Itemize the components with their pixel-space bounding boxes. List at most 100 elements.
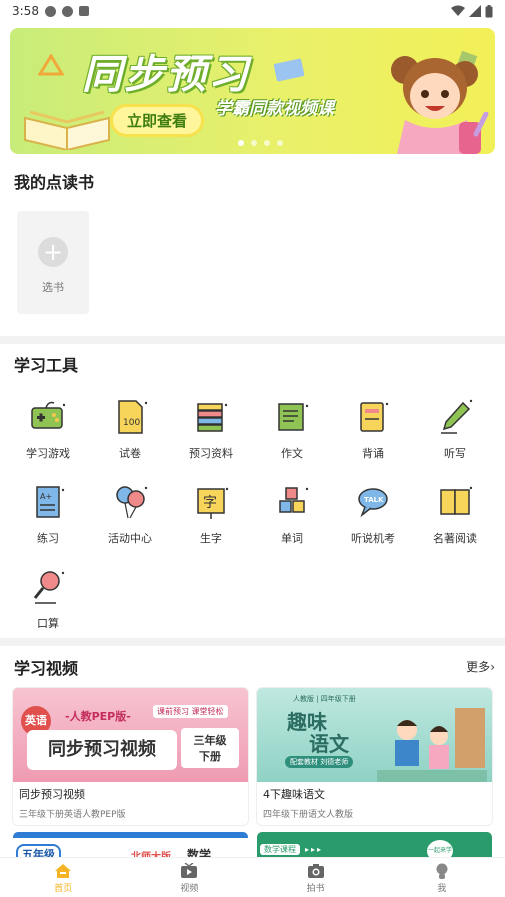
bottom-tab-bar: 首页 视频 拍书 我 — [0, 857, 505, 897]
tab-video[interactable]: 视频 — [126, 858, 252, 897]
video-card[interactable]: 英语 -人教PEP版- 课前预习 课堂轻松 同步预习视频 三年级 下册 同步预习… — [13, 688, 248, 825]
tool-label: 听写 — [444, 447, 466, 460]
practice-paper-icon: A+ — [36, 486, 65, 518]
tool-label: 生字 — [200, 532, 222, 545]
tab-label: 我 — [437, 884, 447, 894]
thumb-main-title: 同步预习视频 — [27, 730, 177, 770]
kids-reading-illustration — [377, 708, 487, 782]
videos-title: 学习视频 — [14, 659, 79, 678]
video-card-partial[interactable]: 五年级 北师大版 数学 — [13, 832, 248, 860]
open-book-illustration — [24, 110, 110, 150]
more-videos-link[interactable]: 更多› — [466, 658, 495, 675]
tab-home[interactable]: 首页 — [0, 858, 126, 897]
view-now-button[interactable]: 立即查看 — [110, 104, 205, 137]
video-thumbnail: 英语 -人教PEP版- 课前预习 课堂轻松 同步预习视频 三年级 下册 — [13, 688, 248, 782]
girl-illustration — [391, 56, 481, 154]
tool-label: 背诵 — [362, 447, 384, 460]
page-dot[interactable] — [277, 140, 283, 146]
triangle-decoration — [38, 54, 64, 76]
home-icon — [55, 864, 72, 878]
status-bar: 3:58 — [0, 0, 505, 22]
tab-label: 视频 — [180, 884, 199, 894]
edition-label: -人教PEP版- — [65, 710, 131, 723]
battery-icon — [485, 4, 493, 17]
tool-label: 练习 — [37, 532, 59, 545]
wifi-icon — [451, 5, 465, 16]
tool-label: 预习资料 — [189, 447, 233, 460]
notification-icon — [78, 6, 89, 16]
notification-icon — [44, 5, 56, 17]
tool-preview-materials[interactable]: 预习资料 — [171, 395, 251, 461]
tool-recite[interactable]: 背诵 — [333, 395, 413, 461]
tab-me[interactable]: 我 — [379, 858, 505, 897]
page-dot[interactable] — [238, 140, 244, 146]
camera-icon — [307, 864, 324, 878]
my-books-title: 我的点读书 — [14, 173, 95, 192]
section-divider — [0, 638, 505, 646]
page-dot[interactable] — [251, 140, 257, 146]
video-icon — [181, 863, 198, 878]
tool-mental-math[interactable]: 口算 — [8, 565, 88, 631]
thumb-title-line2: 语文 — [309, 732, 349, 756]
talk-bubble-icon: TALK — [358, 488, 388, 518]
tool-dictation[interactable]: 听写 — [415, 395, 495, 461]
video-subtitle: 三年级下册英语人教PEP版 — [19, 810, 126, 820]
tool-composition[interactable]: 作文 — [252, 395, 332, 461]
tool-practice[interactable]: A+ 练习 — [8, 480, 88, 546]
character-card-icon: 字 — [197, 487, 229, 519]
tool-learning-game[interactable]: 学习游戏 — [8, 395, 88, 461]
add-book-button[interactable]: + 选书 — [17, 211, 89, 314]
thumb-top-label: 人教版 | 四年级下册 — [293, 695, 356, 703]
tool-activity-center[interactable]: 活动中心 — [90, 480, 170, 546]
tool-label: 听说机考 — [351, 532, 395, 545]
banner-pagination[interactable] — [238, 140, 283, 146]
plus-icon: + — [38, 237, 68, 267]
tool-label: 名著阅读 — [433, 532, 477, 545]
tool-words[interactable]: 单词 — [252, 480, 332, 546]
grade-label: 三年级 — [193, 734, 227, 747]
signal-icon — [469, 5, 481, 17]
add-book-label: 选书 — [42, 281, 64, 294]
thumb-strip: 配套教材 刘德老师 — [285, 756, 354, 768]
notification-icon — [61, 5, 73, 17]
composition-icon — [278, 403, 309, 431]
tab-scan-book[interactable]: 拍书 — [253, 858, 379, 897]
more-label: 更多 — [466, 660, 491, 674]
video-subtitle: 四年级下册语文人教版 — [263, 810, 354, 820]
svg-text:100: 100 — [123, 418, 140, 428]
video-card-partial[interactable]: 数学课程 ▸▸▸ 一起来学 — [257, 832, 492, 860]
video-card[interactable]: 人教版 | 四年级下册 趣味 语文 配套教材 刘德老师 4下趣味语文 四年级下册… — [257, 688, 492, 825]
arrows-decoration: ▸▸▸ — [305, 845, 324, 854]
pencil-icon — [441, 399, 473, 434]
tab-label: 拍书 — [306, 884, 325, 894]
letter-blocks-icon — [279, 487, 309, 513]
tab-label: 首页 — [54, 884, 73, 894]
tools-title: 学习工具 — [14, 356, 79, 375]
notebook-decoration — [273, 58, 305, 82]
banner-title: 同步预习 — [82, 52, 250, 98]
banner-subtitle: 学霸同款视频课 — [215, 99, 334, 119]
video-title: 4下趣味语文 — [263, 788, 325, 801]
magnifier-icon — [33, 571, 65, 604]
svg-text:A+: A+ — [40, 492, 52, 501]
tool-new-characters[interactable]: 字 生字 — [171, 480, 251, 546]
books-stack-icon — [197, 403, 228, 432]
promo-banner[interactable]: 同步预习 学霸同款视频课 立即查看 — [10, 28, 495, 154]
term-label: 下册 — [199, 750, 221, 763]
tool-label: 作文 — [281, 447, 303, 460]
course-tag: 数学课程 — [260, 844, 300, 855]
gamepad-icon — [31, 401, 66, 429]
svg-text:字: 字 — [203, 495, 217, 511]
tool-label: 单词 — [281, 532, 303, 545]
exam-paper-icon: 100 — [118, 400, 148, 434]
recite-book-icon — [360, 402, 389, 432]
tool-exam-paper[interactable]: 100 试卷 — [90, 395, 170, 461]
balloons-icon — [116, 486, 148, 519]
svg-text:TALK: TALK — [364, 496, 384, 504]
tool-label: 活动中心 — [108, 532, 152, 545]
tool-classic-reading[interactable]: 名著阅读 — [415, 480, 495, 546]
tool-speaking-test[interactable]: TALK 听说机考 — [333, 480, 413, 546]
page-dot[interactable] — [264, 140, 270, 146]
status-time: 3:58 — [12, 4, 39, 18]
pencil-decoration — [473, 112, 489, 137]
